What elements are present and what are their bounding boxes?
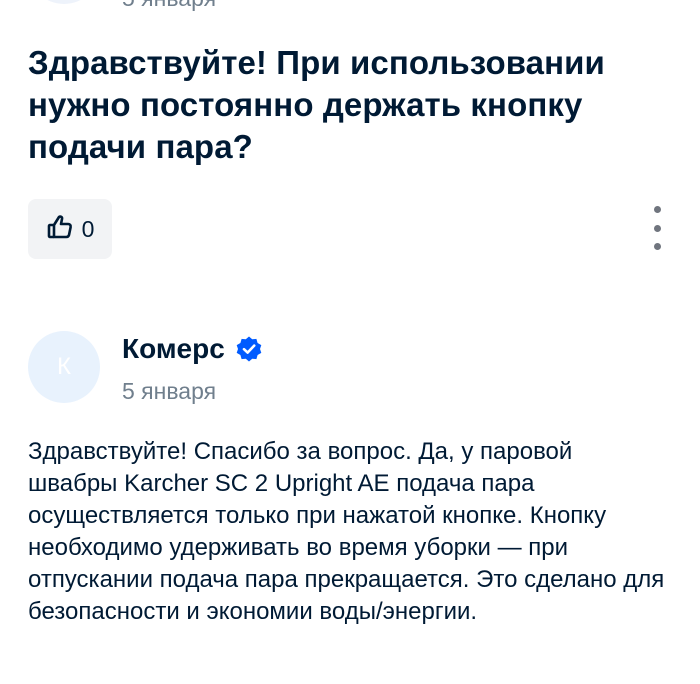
verified-check-icon <box>235 335 263 363</box>
avatar <box>28 0 100 4</box>
more-vertical-icon <box>653 206 661 213</box>
more-options-button[interactable] <box>645 206 669 250</box>
question-text: Здравствуйте! При использовании нужно по… <box>28 44 605 165</box>
author-name[interactable]: Комерс <box>122 333 225 365</box>
answer-text: Здравствуйте! Спасибо за вопрос. Да, у п… <box>28 438 665 625</box>
like-count: 0 <box>81 215 95 242</box>
avatar: К <box>28 331 100 403</box>
qa-page: 5 января Здравствуйте! При использовании… <box>0 0 700 684</box>
answer-author-row: Комерс <box>122 333 263 365</box>
answer-date: 5 января <box>122 378 217 404</box>
thumbs-up-icon <box>46 213 74 246</box>
review-date: 5 января <box>122 0 216 10</box>
like-button[interactable]: 0 <box>28 199 112 259</box>
